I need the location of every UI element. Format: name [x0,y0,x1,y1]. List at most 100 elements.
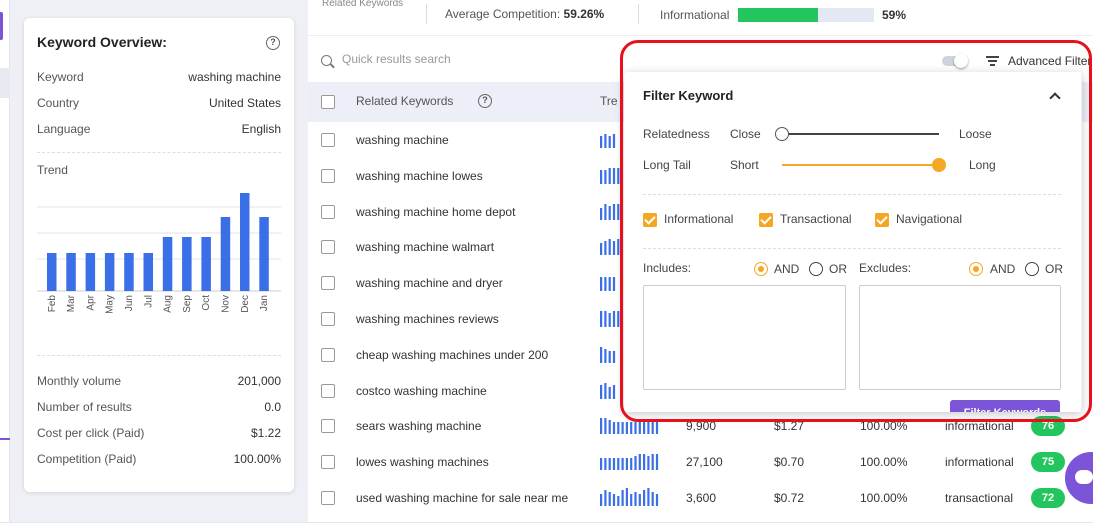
row-checkbox[interactable] [321,455,335,470]
table-row[interactable]: sears washing machine 9,900 $1.27 100.00% in… [308,408,1093,444]
nav-item[interactable] [0,68,10,98]
row-checkbox[interactable] [321,419,335,434]
spark-bar [621,490,624,506]
spark-bar [604,241,607,256]
row-score-badge: 76 [1031,416,1065,437]
longtail-slider-handle[interactable] [932,158,946,172]
spark-bar [612,203,616,220]
includes-and-radio[interactable] [754,262,768,276]
chevron-up-icon[interactable] [1049,92,1061,104]
stat-label: Number of results [37,400,132,414]
excludes-or-radio[interactable] [1025,262,1039,276]
row-keyword[interactable]: lowes washing machines [356,455,489,469]
trend-bar [201,237,211,291]
excludes-and-radio[interactable] [969,262,983,276]
spark-bar [608,205,611,220]
spark-bar [604,203,607,220]
row-keyword[interactable]: used washing machine for sale near me [356,491,568,505]
spark-bar [630,494,633,506]
spark-bar [634,422,637,435]
spark-bar [617,203,620,220]
spark-bar [651,454,654,471]
column-trend[interactable]: Tre [600,94,618,108]
row-keyword[interactable]: washing machine and dryer [356,276,503,290]
row-checkbox[interactable] [321,312,335,326]
row-keyword[interactable]: costco washing machine [356,384,487,398]
spark-bar [600,458,603,471]
row-keyword[interactable]: washing machine [356,133,449,147]
spark-bar [621,422,624,435]
informational-checkbox[interactable] [643,213,657,227]
row-keyword[interactable]: washing machine home depot [356,205,515,219]
month-tick-label: Aug [163,295,174,313]
row-checkbox[interactable] [321,383,335,398]
overview-label: Country [37,96,80,110]
toggle-switch[interactable] [942,54,968,68]
spark-bar [617,458,620,471]
month-tick-label: Jul [143,295,154,308]
row-checkbox[interactable] [321,347,335,362]
overview-row-keyword: Keyword washing machine [37,64,281,90]
stat-value: 0.0 [264,400,281,414]
row-checkbox[interactable] [321,491,335,505]
row-keyword[interactable]: sears washing machine [356,419,481,433]
navigational-checkbox[interactable] [875,213,889,227]
row-intent: transactional [945,491,1014,505]
row-keyword[interactable]: washing machine lowes [356,169,483,183]
excludes-or-label: OR [1045,262,1063,276]
spark-bar [651,422,654,435]
row-score-badge: 75 [1031,452,1065,473]
filter-keywords-button[interactable]: Filter Keywords [950,400,1060,412]
spark-bar [608,136,611,148]
row-competition: 100.00% [860,419,908,434]
row-keyword[interactable]: cheap washing machines under 200 [356,348,548,362]
row-checkbox[interactable] [321,168,335,183]
spark-bar [608,420,611,435]
table-row[interactable]: lowes washing machines 27,100 $0.70 100.00%… [308,444,1093,480]
includes-textarea[interactable] [643,285,846,390]
month-tick-label: May [105,295,116,314]
table-row[interactable]: used washing machine for sale near me 3,6… [308,480,1093,516]
spark-bar [638,494,641,506]
row-intent: informational [945,455,1014,470]
help-icon[interactable]: ? [266,36,280,50]
excludes-textarea[interactable] [859,285,1061,390]
spark-bar [647,456,650,471]
popup-scrollbar[interactable] [1081,72,1082,412]
month-tick-label: Nov [220,295,231,313]
transactional-checkbox[interactable] [759,213,773,227]
divider [37,152,281,153]
row-checkbox[interactable] [321,204,335,219]
popup-title: Filter Keyword [643,88,734,103]
avg-comp-label: Average Competition: [445,7,561,21]
column-related-keywords[interactable]: Related Keywords [356,94,453,108]
trend-label: Trend [37,163,68,177]
search-input[interactable] [342,52,602,66]
intent-percent: 59% [882,8,907,22]
left-rail [0,0,10,532]
row-keyword[interactable]: washing machines reviews [356,312,499,326]
stat-value: $1.22 [250,426,281,440]
spark-bar [600,243,603,256]
relatedness-slider-track[interactable] [782,133,939,135]
spark-bar [651,492,654,506]
includes-or-label: OR [829,262,847,276]
advanced-filter-button[interactable]: Advanced Filter [1008,54,1091,68]
row-checkbox[interactable] [321,133,335,147]
row-checkbox[interactable] [321,276,335,291]
row-checkbox[interactable] [321,240,335,255]
row-trend-sparkline [600,454,659,471]
trend-bar [124,253,134,291]
help-icon[interactable]: ? [478,94,492,108]
spark-bar [608,492,611,506]
spark-bar [655,494,659,506]
longtail-slider-track[interactable] [782,164,939,166]
filter-lines-icon[interactable] [986,56,999,66]
relatedness-slider-handle[interactable] [775,127,789,141]
informational-label: Informational [664,212,734,226]
includes-or-radio[interactable] [809,262,823,276]
row-cpc: $0.72 [774,491,805,505]
row-keyword[interactable]: washing machine walmart [356,240,494,254]
select-all-checkbox[interactable] [321,95,335,109]
row-intent: informational [945,419,1014,434]
